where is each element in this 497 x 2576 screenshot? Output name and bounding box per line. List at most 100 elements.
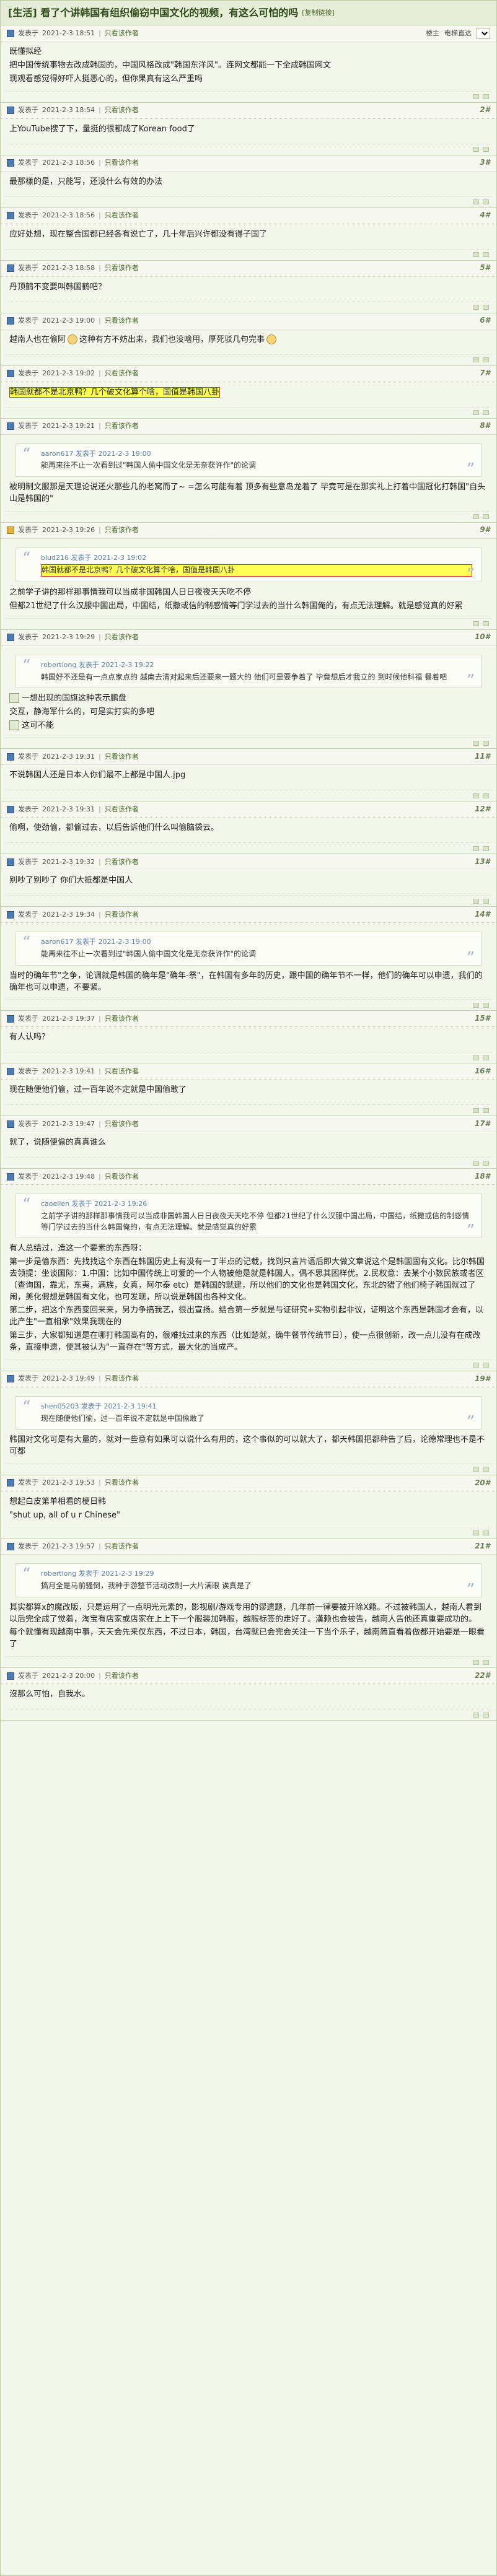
reply-icon[interactable] (473, 1712, 479, 1718)
quote-user[interactable]: robertlong (41, 661, 76, 669)
only-this-author-link[interactable]: 只看该作者 (105, 752, 139, 762)
top-icon[interactable] (483, 94, 489, 100)
jump-floor-select[interactable] (477, 27, 490, 39)
top-icon[interactable] (483, 252, 489, 258)
top-icon[interactable] (483, 410, 489, 416)
reply-icon[interactable] (473, 199, 479, 205)
reply-icon[interactable] (473, 1002, 479, 1008)
reply-icon[interactable] (473, 845, 479, 851)
only-this-author-link[interactable]: 只看该作者 (105, 1119, 139, 1129)
top-icon[interactable] (483, 514, 489, 520)
only-this-author-link[interactable]: 只看该作者 (105, 1478, 139, 1488)
reply-icon[interactable] (473, 1107, 479, 1113)
reply-icon[interactable] (473, 793, 479, 798)
reply-icon[interactable] (473, 621, 479, 627)
only-this-author-link[interactable]: 只看该作者 (105, 1671, 139, 1681)
reply-icon[interactable] (473, 252, 479, 258)
user-avatar-icon[interactable] (7, 264, 14, 273)
user-avatar-icon[interactable] (7, 1672, 14, 1680)
reply-icon[interactable] (473, 410, 479, 416)
top-icon[interactable] (483, 1530, 489, 1535)
only-this-author-link[interactable]: 只看该作者 (105, 421, 139, 431)
top-icon[interactable] (483, 740, 489, 746)
only-this-author-link[interactable]: 只看该作者 (105, 632, 139, 642)
only-this-author-link[interactable]: 只看该作者 (105, 1374, 139, 1384)
only-this-author-link[interactable]: 只看该作者 (105, 158, 139, 168)
top-icon[interactable] (483, 1055, 489, 1060)
top-icon[interactable] (483, 793, 489, 798)
user-avatar-icon[interactable] (7, 526, 14, 535)
top-icon[interactable] (483, 898, 489, 904)
quote-user[interactable]: shen05203 (41, 1402, 79, 1410)
user-avatar-icon[interactable] (7, 29, 14, 37)
quote-user[interactable]: caoellen (41, 1200, 69, 1208)
top-icon[interactable] (483, 199, 489, 205)
user-avatar-icon[interactable] (7, 317, 14, 325)
only-this-author-link[interactable]: 只看该作者 (105, 369, 139, 378)
user-avatar-icon[interactable] (7, 1542, 14, 1550)
user-avatar-icon[interactable] (7, 1120, 14, 1128)
top-icon[interactable] (483, 147, 489, 152)
reply-icon[interactable] (473, 1467, 479, 1472)
only-this-author-link[interactable]: 只看该作者 (105, 28, 139, 38)
user-avatar-icon[interactable] (7, 370, 14, 378)
reply-icon[interactable] (473, 740, 479, 746)
reply-icon[interactable] (473, 1055, 479, 1060)
top-icon[interactable] (483, 357, 489, 363)
reply-icon[interactable] (473, 1530, 479, 1535)
user-avatar-icon[interactable] (7, 910, 14, 919)
post-text-line: 韩国就都不是北京鸭？几个破文化算个啥，国值是韩国八卦 (9, 386, 488, 399)
user-avatar-icon[interactable] (7, 858, 14, 866)
copy-link-button[interactable]: [复制链接] (302, 8, 335, 18)
top-icon[interactable] (483, 305, 489, 310)
top-icon[interactable] (483, 845, 489, 851)
top-icon[interactable] (483, 1002, 489, 1008)
only-this-author-link[interactable]: 只看该作者 (105, 1014, 139, 1024)
reply-icon[interactable] (473, 1363, 479, 1368)
user-avatar-icon[interactable] (7, 1172, 14, 1181)
reply-icon[interactable] (473, 1160, 479, 1166)
user-avatar-icon[interactable] (7, 1015, 14, 1023)
reply-icon[interactable] (473, 1659, 479, 1665)
inline-image-icon[interactable] (9, 693, 19, 704)
user-avatar-icon[interactable] (7, 212, 14, 220)
top-icon[interactable] (483, 1467, 489, 1472)
user-avatar-icon[interactable] (7, 1375, 14, 1383)
user-avatar-icon[interactable] (7, 107, 14, 115)
top-icon[interactable] (483, 621, 489, 627)
only-this-author-link[interactable]: 只看该作者 (105, 211, 139, 220)
quote-user[interactable]: blud216 (41, 554, 69, 562)
top-icon[interactable] (483, 1712, 489, 1718)
top-icon[interactable] (483, 1659, 489, 1665)
quote-user[interactable]: aaron617 (41, 450, 73, 458)
quote-user[interactable]: robertlong (41, 1570, 76, 1578)
quote-user[interactable]: aaron617 (41, 938, 73, 946)
inline-image-icon[interactable] (9, 720, 19, 731)
only-this-author-link[interactable]: 只看该作者 (105, 805, 139, 814)
reply-icon[interactable] (473, 305, 479, 310)
reply-icon[interactable] (473, 357, 479, 363)
reply-icon[interactable] (473, 898, 479, 904)
reply-icon[interactable] (473, 94, 479, 100)
only-this-author-link[interactable]: 只看该作者 (105, 105, 139, 115)
reply-icon[interactable] (473, 514, 479, 520)
only-this-author-link[interactable]: 只看该作者 (105, 263, 139, 273)
only-this-author-link[interactable]: 只看该作者 (105, 1542, 139, 1552)
user-avatar-icon[interactable] (7, 805, 14, 813)
only-this-author-link[interactable]: 只看该作者 (105, 1172, 139, 1182)
only-this-author-link[interactable]: 只看该作者 (105, 910, 139, 920)
top-icon[interactable] (483, 1107, 489, 1113)
only-this-author-link[interactable]: 只看该作者 (105, 316, 139, 326)
only-this-author-link[interactable]: 只看该作者 (105, 857, 139, 867)
user-avatar-icon[interactable] (7, 159, 14, 167)
user-avatar-icon[interactable] (7, 422, 14, 430)
top-icon[interactable] (483, 1160, 489, 1166)
reply-icon[interactable] (473, 147, 479, 152)
user-avatar-icon[interactable] (7, 753, 14, 761)
only-this-author-link[interactable]: 只看该作者 (105, 525, 139, 535)
user-avatar-icon[interactable] (7, 634, 14, 642)
top-icon[interactable] (483, 1363, 489, 1368)
user-avatar-icon[interactable] (7, 1479, 14, 1487)
user-avatar-icon[interactable] (7, 1067, 14, 1075)
only-this-author-link[interactable]: 只看该作者 (105, 1067, 139, 1076)
